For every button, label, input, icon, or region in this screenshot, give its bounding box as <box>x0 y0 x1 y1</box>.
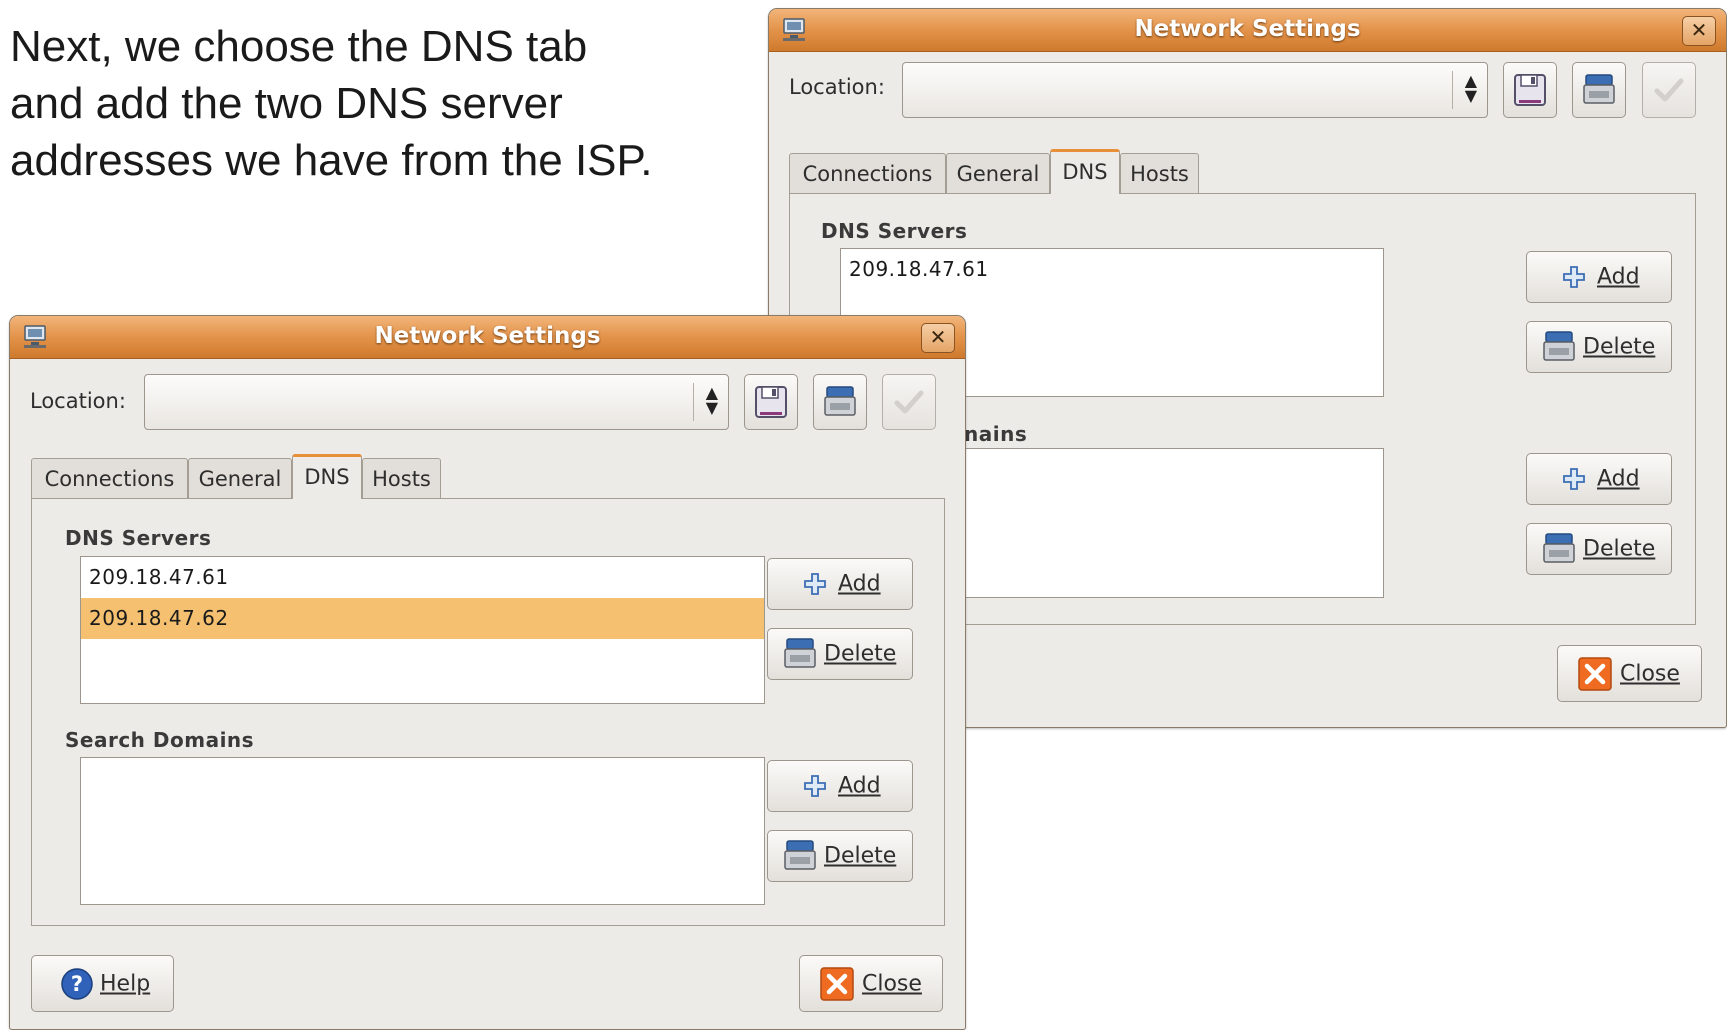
delete-label: Delete <box>1583 537 1655 562</box>
add-label-text: Add <box>838 571 881 597</box>
add-icon <box>804 573 826 595</box>
add-label: Add <box>838 774 881 799</box>
dns-add-button[interactable]: Add <box>767 558 913 610</box>
window-title: Network Settings <box>374 323 601 349</box>
help-button[interactable]: ? Help <box>31 955 174 1012</box>
list-item-selected[interactable]: 209.18.47.62 <box>81 598 764 639</box>
apply-location-button[interactable] <box>882 374 936 430</box>
help-icon: ? <box>61 967 93 1000</box>
window-title: Network Settings <box>1134 16 1361 42</box>
delete-location-icon <box>824 386 856 416</box>
title-bar[interactable]: Network Settings ✕ <box>769 9 1726 52</box>
add-icon <box>1563 468 1585 490</box>
close-label-text: Close <box>862 971 922 996</box>
apply-icon <box>1654 78 1684 102</box>
domains-add-button[interactable]: Add <box>1526 453 1672 505</box>
list-item[interactable]: 209.18.47.61 <box>81 557 764 598</box>
add-label-text: Add <box>838 773 881 799</box>
tab-dns[interactable]: DNS <box>292 454 362 499</box>
svg-text:?: ? <box>71 972 83 996</box>
add-label: Add <box>838 572 881 597</box>
help-label-text: Help <box>100 971 151 996</box>
close-icon <box>1578 656 1612 691</box>
close-icon <box>820 966 854 1001</box>
delete-icon <box>1543 533 1575 563</box>
tab-hosts[interactable]: Hosts <box>1120 153 1199 193</box>
tab-general[interactable]: General <box>946 153 1050 193</box>
delete-label-text: Delete <box>1583 536 1656 562</box>
close-label: Close <box>862 971 922 996</box>
dns-delete-button[interactable]: Delete <box>767 628 913 680</box>
save-icon <box>755 386 787 418</box>
apply-icon <box>894 390 924 414</box>
search-domains-list[interactable] <box>80 757 765 905</box>
title-bar[interactable]: Network Settings ✕ <box>10 316 965 359</box>
add-label: Add <box>1597 467 1640 492</box>
domains-delete-button[interactable]: Delete <box>767 830 913 882</box>
search-domains-label: nains <box>964 422 1028 446</box>
location-label: Location: <box>30 389 126 413</box>
close-label-text: Close <box>1620 661 1680 686</box>
list-item[interactable]: 209.18.47.61 <box>841 249 1383 290</box>
tab-bar: Connections General DNS Hosts <box>31 454 451 499</box>
search-domains-label: Search Domains <box>65 728 255 752</box>
dns-servers-list[interactable]: 209.18.47.61 209.18.47.62 <box>80 556 765 704</box>
delete-location-button[interactable] <box>813 374 867 430</box>
location-combo[interactable]: ▲ ▼ <box>902 62 1488 118</box>
combo-separator <box>693 383 694 421</box>
add-icon <box>1563 266 1585 288</box>
dns-delete-button[interactable]: Delete <box>1526 321 1672 373</box>
combo-arrows-icon: ▲ ▼ <box>1464 71 1477 105</box>
add-label-text: Add <box>1597 264 1640 290</box>
delete-location-icon <box>1583 74 1615 104</box>
close-label: Close <box>1620 661 1680 686</box>
delete-icon <box>784 840 816 870</box>
domains-add-button[interactable]: Add <box>767 760 913 812</box>
dns-servers-label: DNS Servers <box>65 526 212 550</box>
close-icon[interactable]: ✕ <box>921 323 955 353</box>
tab-dns[interactable]: DNS <box>1050 149 1120 194</box>
tab-bar: Connections General DNS Hosts <box>789 149 1209 194</box>
add-label-text: Add <box>1597 466 1640 492</box>
tab-connections[interactable]: Connections <box>789 153 946 193</box>
delete-label-text: Delete <box>824 843 897 869</box>
search-domains-list[interactable] <box>964 448 1384 598</box>
network-settings-window-front: Network Settings ✕ Location: ▲ ▼ Connecti… <box>9 315 966 1030</box>
delete-icon <box>784 638 816 668</box>
location-combo[interactable]: ▲ ▼ <box>144 374 729 430</box>
tab-general[interactable]: General <box>188 458 292 498</box>
location-label: Location: <box>789 75 885 99</box>
save-icon <box>1514 74 1546 106</box>
delete-label: Delete <box>824 642 896 667</box>
delete-icon <box>1543 331 1575 361</box>
close-icon[interactable]: ✕ <box>1682 16 1716 46</box>
caption-text: Next, we choose the DNS tab and add the … <box>10 22 653 185</box>
tab-connections[interactable]: Connections <box>31 458 188 498</box>
delete-label: Delete <box>824 844 896 869</box>
close-button[interactable]: Close <box>799 955 943 1012</box>
delete-label-text: Delete <box>1583 334 1656 360</box>
combo-arrows-icon: ▲ ▼ <box>705 383 718 417</box>
close-button[interactable]: Close <box>1557 645 1702 702</box>
dns-add-button[interactable]: Add <box>1526 251 1672 303</box>
delete-location-button[interactable] <box>1572 62 1626 118</box>
domains-delete-button[interactable]: Delete <box>1526 523 1672 575</box>
add-label: Add <box>1597 265 1640 290</box>
delete-label: Delete <box>1583 335 1655 360</box>
add-icon <box>804 775 826 797</box>
tab-hosts[interactable]: Hosts <box>362 458 441 498</box>
save-location-button[interactable] <box>1503 62 1557 118</box>
dns-servers-label: DNS Servers <box>821 219 968 243</box>
delete-label-text: Delete <box>824 641 897 667</box>
combo-separator <box>1452 71 1453 109</box>
apply-location-button[interactable] <box>1642 62 1696 118</box>
help-label: Help <box>100 971 150 996</box>
save-location-button[interactable] <box>744 374 798 430</box>
